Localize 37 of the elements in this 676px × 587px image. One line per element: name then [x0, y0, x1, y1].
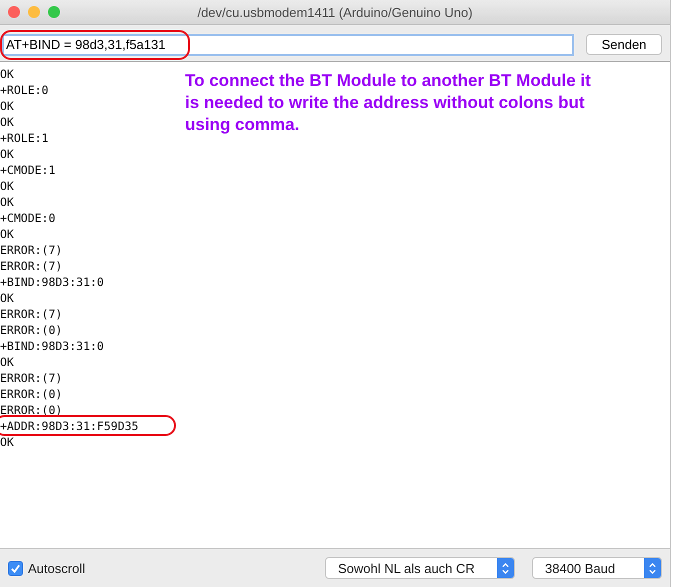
log-line: ERROR:(0): [0, 387, 62, 401]
log-line: +CMODE:0: [0, 211, 56, 225]
annotation-text: To connect the BT Module to another BT Module it is needed to write the address without colons but using comma.: [185, 70, 592, 136]
input-field[interactable]: AT+BIND = 98d3,31,f5a131: [2, 34, 574, 56]
log-line: OK: [0, 195, 14, 209]
log-line: ERROR:(7): [0, 243, 62, 257]
dropdown-arrows-icon: [497, 558, 514, 578]
log-line: +ROLE:0: [0, 83, 48, 97]
log-line: ERROR:(7): [0, 307, 62, 321]
close-icon[interactable]: [8, 6, 20, 18]
log-line: OK: [0, 147, 14, 161]
line-ending-dropdown[interactable]: Sowohl NL als auch CR: [325, 557, 515, 579]
log-line: +BIND:98D3:31:0: [0, 275, 104, 289]
log-line: OK: [0, 115, 14, 129]
log-line: ERROR:(0): [0, 323, 62, 337]
log-line: +ADDR:98D3:31:F59D35: [0, 419, 138, 433]
send-button[interactable]: Senden: [586, 34, 662, 55]
dropdown-arrows-icon: [644, 558, 661, 578]
log-line: OK: [0, 67, 14, 81]
log-line: OK: [0, 99, 14, 113]
log-line: OK: [0, 179, 14, 193]
log-line: ERROR:(7): [0, 259, 62, 273]
minimize-icon[interactable]: [28, 6, 40, 18]
log-line: OK: [0, 291, 14, 305]
log-line: ERROR:(7): [0, 371, 62, 385]
log-line: +ROLE:1: [0, 131, 48, 145]
autoscroll-label: Autoscroll: [28, 560, 86, 576]
zoom-icon[interactable]: [48, 6, 60, 18]
log-line: ERROR:(0): [0, 403, 62, 417]
log-line: OK: [0, 435, 14, 449]
window-title: /dev/cu.usbmodem1411 (Arduino/Genuino Uno): [197, 4, 473, 20]
log-line: OK: [0, 227, 14, 241]
log-line: +CMODE:1: [0, 163, 56, 177]
autoscroll-checkbox[interactable]: [8, 560, 23, 576]
log-line: +BIND:98D3:31:0: [0, 339, 104, 353]
baud-rate-dropdown[interactable]: 38400 Baud: [532, 557, 662, 579]
log-line: OK: [0, 355, 14, 369]
